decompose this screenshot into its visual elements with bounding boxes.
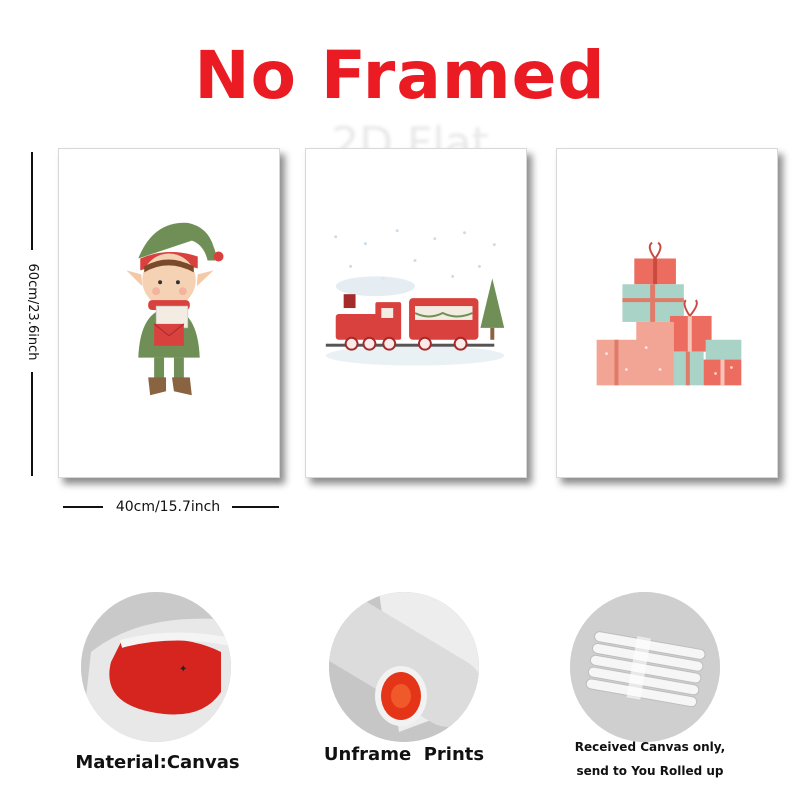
width-label: 40cm/15.7inch xyxy=(115,499,221,515)
width-marker-right xyxy=(232,506,279,508)
gifts-illustration xyxy=(596,241,742,386)
page-title: No Framed xyxy=(194,37,606,114)
canvas-material-photo: ✦ xyxy=(81,592,231,742)
rolled-canvas-photo xyxy=(570,592,720,742)
material-caption: Material:Canvas xyxy=(75,752,240,773)
height-label: 60cm/23.6inch xyxy=(25,263,40,361)
width-marker-left xyxy=(63,506,103,508)
rolled-caption-line1: Received Canvas only, xyxy=(574,740,726,754)
train-illustration xyxy=(325,229,505,366)
svg-text:✦: ✦ xyxy=(179,664,187,675)
rolled-caption-line2: send to You Rolled up xyxy=(576,764,724,778)
unframed-roll-photo xyxy=(329,592,479,742)
unframe-caption: Unframe Prints xyxy=(323,744,485,765)
print-gifts xyxy=(556,148,778,478)
print-elf xyxy=(58,148,280,478)
print-train xyxy=(305,148,527,478)
elf-illustration xyxy=(126,222,224,396)
